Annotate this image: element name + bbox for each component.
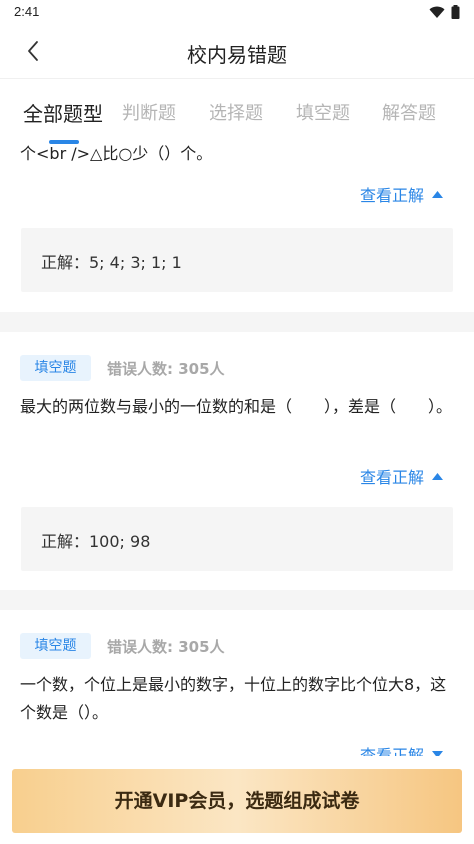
tab-fill-blank[interactable]: 填空题 [296, 99, 350, 125]
answer-box: 正解：5; 4; 3; 1; 1 [21, 228, 453, 292]
question-card: 填空题 错误人数: 305人 最大的两位数与最小的一位数的和是（ ），差是（ ）… [0, 332, 474, 590]
status-icons [429, 5, 460, 19]
tab-true-false[interactable]: 判断题 [122, 99, 176, 125]
question-type-tabs: 全部题型 判断题 选择题 填空题 解答题 [0, 78, 474, 144]
answer-text: 正解：5; 4; 3; 1; 1 [41, 253, 182, 272]
view-answer-label: 查看正解 [359, 746, 424, 756]
view-answer-label: 查看正解 [359, 468, 424, 487]
wifi-icon [429, 6, 445, 18]
question-text: 一个数，个位上是最小的数字，十位上的数字比个位大8，这个数是（）。 [20, 675, 447, 722]
question-list[interactable]: 个<br />△比○少（）个。 查看正解 正解：5; 4; 3; 1; 1 填空… [0, 144, 474, 756]
question-card: 填空题 错误人数: 305人 一个数，个位上是最小的数字，十位上的数字比个位大8… [0, 610, 474, 756]
view-answer-toggle[interactable]: 查看正解 [360, 182, 443, 206]
tab-answer-question[interactable]: 解答题 [382, 99, 436, 125]
question-type-tag: 填空题 [20, 633, 91, 659]
vip-upgrade-button[interactable]: 开通VIP会员，选题组成试卷 [12, 769, 462, 833]
answer-text: 正解：100; 98 [41, 532, 151, 551]
tab-multiple-choice[interactable]: 选择题 [209, 99, 263, 125]
view-answer-toggle[interactable]: 查看正解 [360, 464, 443, 488]
view-answer-label: 查看正解 [359, 186, 424, 205]
nav-bar: 校内易错题 [0, 24, 474, 78]
bottom-bar: 开通VIP会员，选题组成试卷 [0, 756, 474, 844]
error-count: 错误人数: 305人 [107, 360, 225, 378]
error-count: 错误人数: 305人 [107, 638, 225, 656]
battery-icon [451, 5, 460, 19]
caret-up-icon [432, 190, 443, 198]
question-text: 最大的两位数与最小的一位数的和是（ ），差是（ ）。 [20, 397, 453, 416]
tab-all[interactable]: 全部题型 [23, 98, 103, 127]
question-text: 个<br />△比○少（）个。 [20, 144, 213, 163]
status-bar: 2:41 [0, 0, 474, 24]
question-type-tag: 填空题 [20, 355, 91, 381]
status-time: 2:41 [14, 4, 40, 19]
question-card: 个<br />△比○少（）个。 查看正解 正解：5; 4; 3; 1; 1 [0, 144, 474, 312]
answer-box: 正解：100; 98 [21, 507, 453, 571]
caret-up-icon [432, 472, 443, 480]
view-answer-toggle[interactable]: 查看正解 [360, 742, 443, 756]
page-title: 校内易错题 [187, 43, 287, 67]
